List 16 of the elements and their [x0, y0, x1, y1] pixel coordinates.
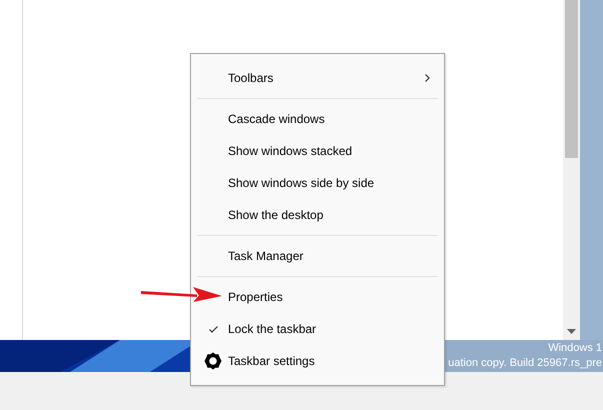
menu-item[interactable]: Show windows stacked: [191, 135, 444, 167]
watermark-text: Windows 1: [548, 341, 602, 356]
menu-item[interactable]: Show windows side by side: [191, 167, 444, 199]
menu-item[interactable]: Properties: [191, 281, 444, 313]
scrollbar-thumb[interactable]: [565, 0, 578, 158]
menu-item[interactable]: Show the desktop: [191, 199, 444, 231]
menu-item[interactable]: Taskbar settings: [191, 345, 444, 377]
settings-icon: [204, 352, 222, 370]
scroll-down-icon[interactable]: [567, 329, 576, 334]
menu-item[interactable]: Task Manager: [191, 240, 444, 272]
watermark-text: uation copy. Build 25967.rs_pre: [448, 356, 602, 371]
chevron-right-icon: [425, 74, 430, 82]
menu-item[interactable]: Lock the taskbar: [191, 313, 444, 345]
scrollbar[interactable]: [563, 0, 580, 340]
menu-item[interactable]: Cascade windows: [191, 103, 444, 135]
menu-item[interactable]: Toolbars: [191, 62, 444, 94]
